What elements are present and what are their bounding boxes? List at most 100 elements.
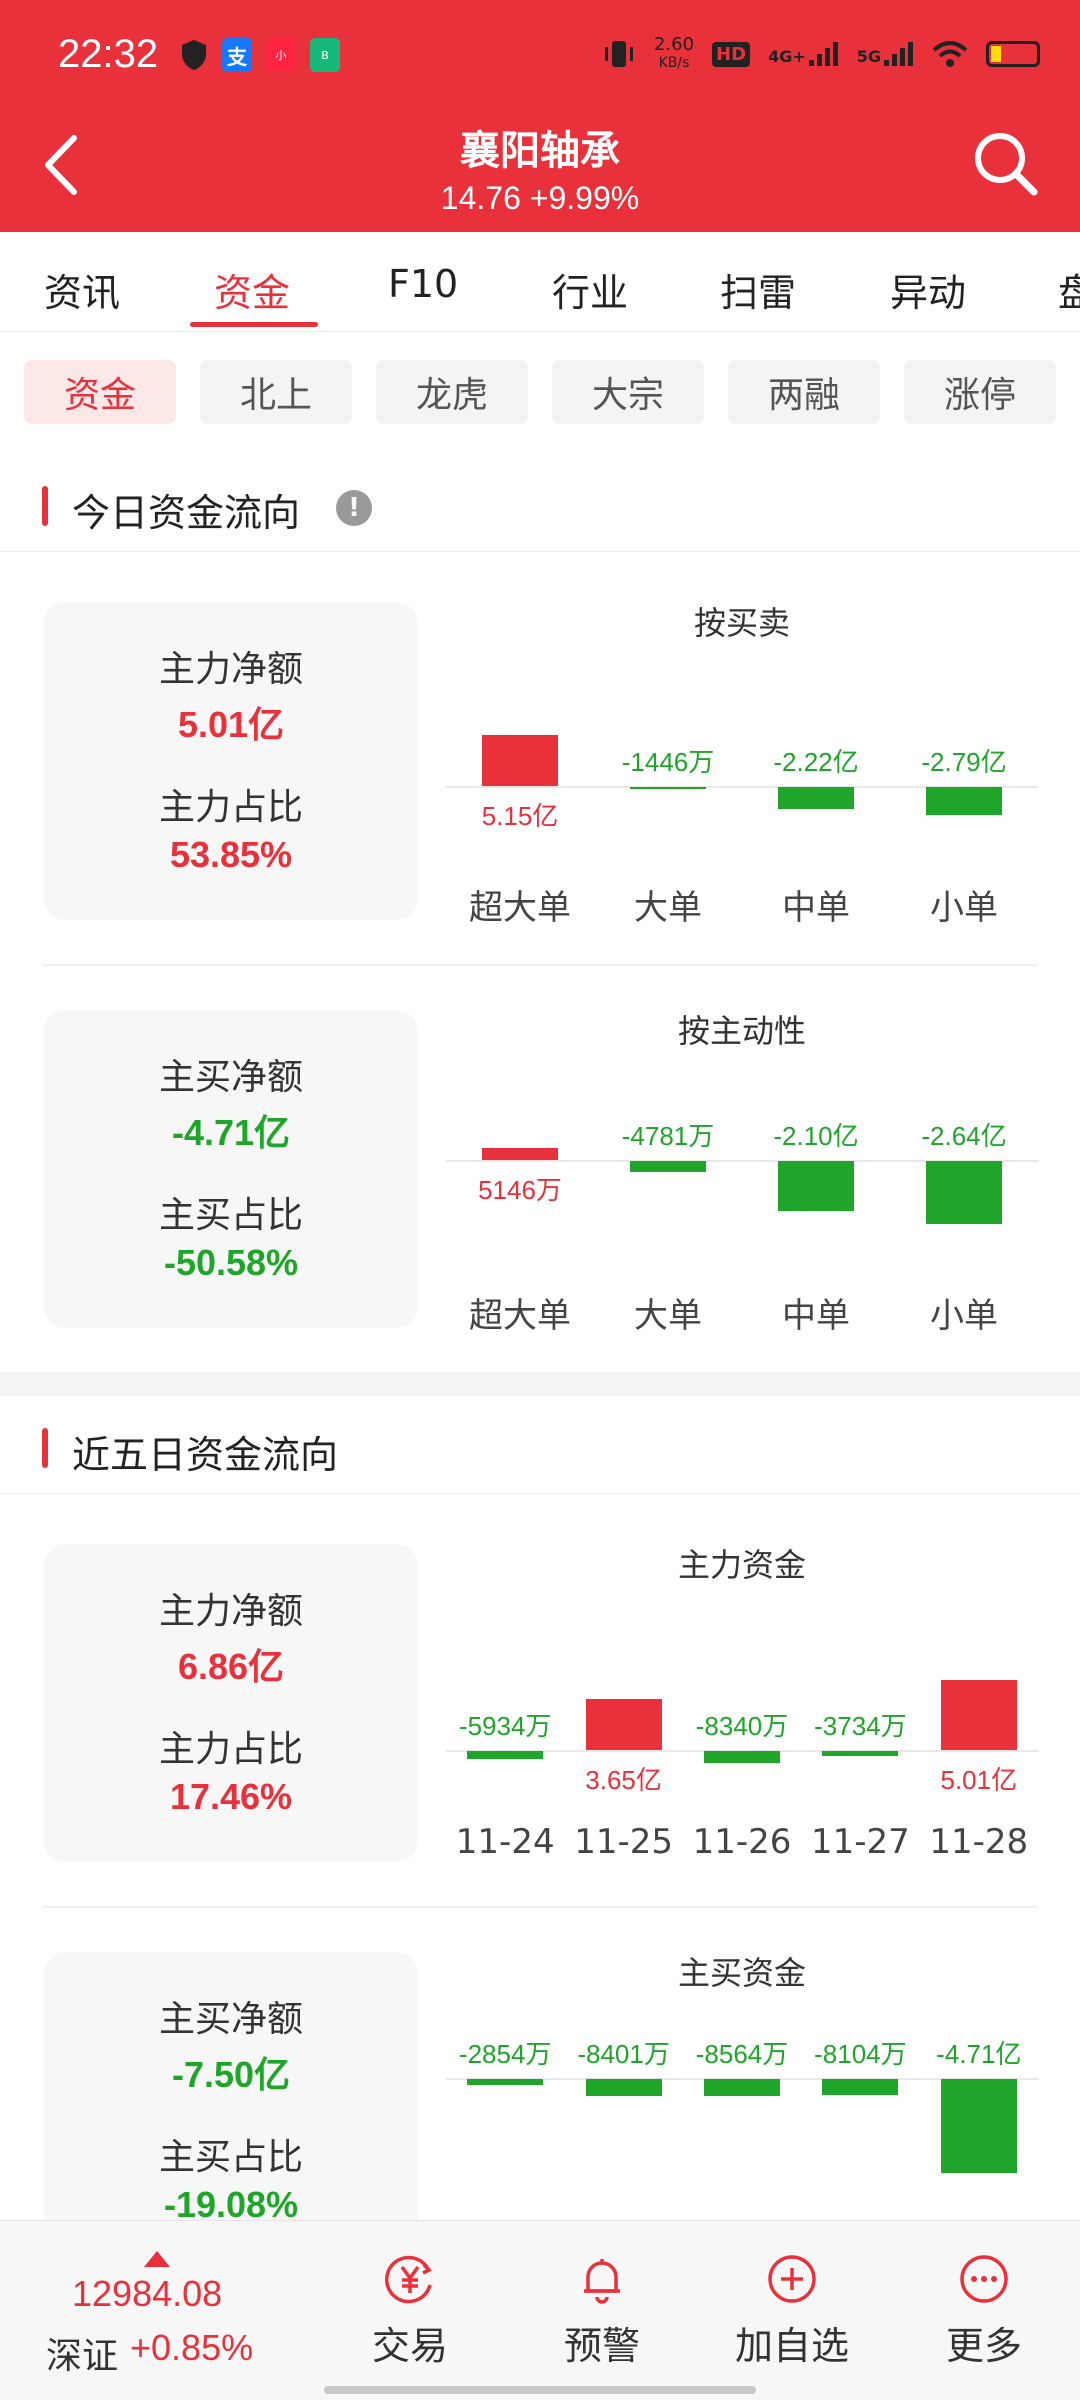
- chart-value-label: -8340万: [695, 1711, 789, 1741]
- chart-title: 主买资金: [677, 1954, 806, 1992]
- sub-tabs: 资金 北上 龙虎 大宗 两融 涨停: [0, 360, 1080, 424]
- metric-value: 5.01亿: [177, 704, 285, 745]
- tab-industry[interactable]: 行业: [552, 262, 628, 317]
- notification-icons: 支 小 B: [180, 38, 340, 72]
- metric-label: 主买占比: [158, 2137, 303, 2178]
- index-up-arrow-icon: [144, 2251, 170, 2267]
- search-icon[interactable]: [970, 128, 1040, 198]
- chart-5d-main: 主力资金 -5934万 11-24 3.65亿 11-25 -8340万 11-26 -37…: [446, 1532, 1038, 1872]
- chart-value-label: -2.79亿: [921, 747, 1007, 777]
- signal-5g: 5G: [857, 42, 914, 66]
- chart-bar: [778, 1161, 854, 1212]
- chart-value-label: -2.64亿: [921, 1121, 1007, 1151]
- nav-add-watchlist[interactable]: 加自选: [722, 2251, 862, 2370]
- info-icon[interactable]: !: [336, 490, 372, 526]
- chart-bar: [467, 2079, 544, 2085]
- chart-bar: [704, 2079, 780, 2097]
- xiaohongshu-icon: 小: [266, 38, 296, 72]
- metric-value: 17.46%: [169, 1776, 293, 1817]
- heading-accent: [42, 486, 48, 526]
- metric-label: 主力占比: [158, 1729, 303, 1770]
- status-bar: 22:32 支 小 B 2.60 KB/s HD 4G+ 5G: [0, 0, 1080, 115]
- nav-trade[interactable]: 交易: [340, 2251, 480, 2370]
- subtab-block-trade[interactable]: 大宗: [552, 360, 704, 424]
- net-speed: 2.60 KB/s: [654, 36, 694, 72]
- main-tabs: 资讯 资金 F10 行业 扫雷 异动 盘: [0, 232, 1080, 332]
- nav-alert[interactable]: 预警: [532, 2251, 672, 2370]
- chart-bar: [822, 1751, 899, 1757]
- chart-bar: [482, 1147, 558, 1160]
- chart-value-label: -2854万: [458, 2039, 552, 2069]
- metric-label: 主买净额: [158, 1999, 303, 2040]
- subtab-dragon-tiger[interactable]: 龙虎: [376, 360, 528, 424]
- plus-circle-icon: [768, 2255, 816, 2303]
- metric-value: -7.50亿: [171, 2054, 291, 2095]
- chart-bar: [926, 787, 1002, 815]
- chart-bar: [778, 787, 854, 810]
- stock-price-change: 14.76 +9.99%: [440, 180, 640, 216]
- subtab-limit-up[interactable]: 涨停: [904, 360, 1056, 424]
- metric-label: 主买占比: [158, 1195, 303, 1236]
- chart-value-label: -4.71亿: [936, 2039, 1022, 2069]
- battery-icon: [986, 41, 1040, 67]
- metric-label: 主力占比: [158, 787, 303, 828]
- app-header: 22:32 支 小 B 2.60 KB/s HD 4G+ 5G 襄阳轴承 14.…: [0, 0, 1080, 232]
- tab-risk-scan[interactable]: 扫雷: [720, 262, 796, 317]
- signal-5g-label: 5G: [856, 47, 881, 66]
- chart-category-label: 小单: [930, 888, 998, 928]
- stock-name: 襄阳轴承: [460, 128, 620, 174]
- chart-value-label: 5.01亿: [940, 1765, 1018, 1795]
- chart-category-label: 超大单: [469, 1296, 571, 1336]
- chart-category-label: 11-26: [692, 1822, 792, 1862]
- index-change[interactable]: +0.85%: [130, 2327, 253, 2369]
- tab-f10[interactable]: F10: [388, 262, 458, 306]
- subtab-northbound[interactable]: 北上: [200, 360, 352, 424]
- chart-category-label: 11-24: [455, 1822, 555, 1862]
- chart-bar: [926, 1161, 1002, 1225]
- chart-title: 按买卖: [693, 604, 790, 642]
- chart-category-label: 11-25: [574, 1822, 673, 1862]
- signal-bars-icon: [808, 42, 838, 66]
- metric-value: 53.85%: [169, 834, 293, 875]
- boss-icon: B: [310, 38, 340, 72]
- five-day-flow-heading: 近五日资金流向: [0, 1402, 1080, 1494]
- vibrate-icon: [604, 41, 633, 67]
- tab-movement[interactable]: 异动: [890, 262, 966, 317]
- today-flow-heading: 今日资金流向 !: [0, 460, 1080, 552]
- home-indicator[interactable]: [324, 2386, 756, 2394]
- chart-bar: [585, 1698, 662, 1750]
- chart-5d-active: 主买资金 -2854万 -8401万 -8564万 -8104万 -4.71亿: [446, 1940, 1038, 2220]
- metric-value: 6.86亿: [177, 1646, 285, 1687]
- index-name[interactable]: 深证: [46, 2327, 118, 2379]
- index-value[interactable]: 12984.08: [72, 2273, 222, 2315]
- more-dots-icon: [960, 2255, 1008, 2303]
- chart-value-label: -8401万: [577, 2039, 670, 2069]
- chart-category-label: 小单: [930, 1296, 998, 1336]
- chart-value-label: 3.65亿: [585, 1765, 662, 1795]
- chart-bar: [585, 2079, 662, 2096]
- chart-value-label: -2.10亿: [773, 1121, 859, 1151]
- nav-more[interactable]: 更多: [914, 2251, 1054, 2370]
- chart-value-label: 5146万: [478, 1175, 562, 1205]
- metric-card-5d-main: 主力净额 6.86亿 主力占比 17.46%: [44, 1544, 418, 1862]
- section-gap: [0, 1372, 1080, 1396]
- subtab-margin[interactable]: 两融: [728, 360, 880, 424]
- subtab-funds[interactable]: 资金: [24, 360, 176, 424]
- system-icons: 2.60 KB/s HD 4G+ 5G: [602, 36, 1040, 72]
- chart-value-label: -8104万: [814, 2039, 907, 2069]
- chart-value-label: 5.15亿: [481, 801, 559, 831]
- signal-4g: 4G+: [768, 42, 839, 66]
- row-divider: [42, 1906, 1038, 1908]
- chart-bar: [630, 1161, 706, 1173]
- metric-card-main-net: 主力净额 5.01亿 主力占比 53.85%: [44, 602, 418, 920]
- chart-category-label: 超大单: [469, 888, 571, 928]
- active-tab-indicator: [190, 322, 318, 327]
- chart-value-label: -8564万: [695, 2039, 789, 2069]
- metric-card-active-net: 主买净额 -4.71亿 主买占比 -50.58%: [44, 1010, 418, 1328]
- tab-more-cut[interactable]: 盘: [1058, 262, 1080, 317]
- tab-news[interactable]: 资讯: [44, 262, 120, 317]
- row-divider: [42, 964, 1038, 966]
- tab-funds[interactable]: 资金: [214, 262, 290, 317]
- bottom-bar: 12984.08 深证 +0.85% 交易 预警 加自选 更多: [0, 2220, 1080, 2400]
- alipay-icon: 支: [222, 38, 252, 72]
